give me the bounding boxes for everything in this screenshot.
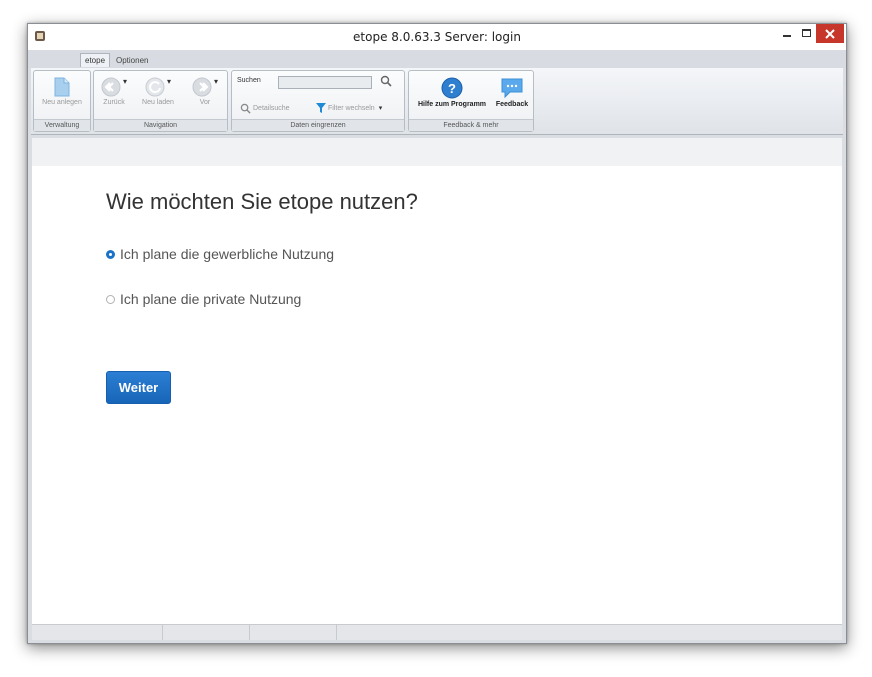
tab-optionen[interactable]: Optionen <box>112 54 152 67</box>
filter-switch-label: Filter wechseln <box>328 104 375 112</box>
reload-icon <box>145 77 165 97</box>
radio-selected-icon[interactable] <box>106 249 115 259</box>
option-private[interactable]: Ich plane die private Nutzung <box>106 291 301 307</box>
option-commercial[interactable]: Ich plane die gewerbliche Nutzung <box>106 246 334 262</box>
new-button-label: Neu anlegen <box>42 99 82 106</box>
option-private-label: Ich plane die private Nutzung <box>120 291 302 307</box>
filter-icon <box>316 103 326 113</box>
group-label-verwaltung: Verwaltung <box>34 119 90 131</box>
detail-search-icon <box>240 103 251 114</box>
group-navigation: ▾ Zurück ▾ Neu laden ▾ Vor Navigation <box>93 70 228 132</box>
back-label: Zurück <box>103 99 125 106</box>
feedback-label: Feedback <box>495 101 529 108</box>
svg-text:?: ? <box>448 81 456 96</box>
main-content: Wie möchten Sie etope nutzen? Ich plane … <box>32 166 842 624</box>
maximize-button[interactable] <box>796 24 816 44</box>
search-icon[interactable] <box>380 75 392 87</box>
back-icon <box>101 77 121 97</box>
tab-etope[interactable]: etope <box>80 53 111 67</box>
search-label: Suchen <box>237 77 261 84</box>
option-commercial-label: Ich plane die gewerbliche Nutzung <box>120 246 335 262</box>
close-icon <box>825 28 835 39</box>
detail-search-button[interactable]: Detailsuche <box>240 103 290 114</box>
help-button[interactable]: ? Hilfe zum Programm <box>412 77 492 108</box>
continue-button[interactable]: Weiter <box>106 371 171 404</box>
group-verwaltung: Neu anlegen Verwaltung <box>33 70 91 132</box>
forward-icon <box>192 77 212 97</box>
reload-button[interactable]: ▾ Neu laden <box>136 77 180 106</box>
status-segment <box>249 625 337 640</box>
filter-switch-button[interactable]: Filter wechseln ▾ <box>316 103 382 113</box>
feedback-button[interactable]: Feedback <box>493 77 531 108</box>
back-button[interactable]: ▾ Zurück <box>98 77 130 106</box>
group-label-daten: Daten eingrenzen <box>232 119 404 131</box>
status-segment <box>162 625 250 640</box>
ribbon-tabs: etope Optionen <box>28 50 846 68</box>
forward-label: Vor <box>199 99 211 106</box>
page-title: Wie möchten Sie etope nutzen? <box>106 189 418 214</box>
document-icon <box>54 77 70 97</box>
group-daten-eingrenzen: Suchen Detailsuche Filter wechseln ▾ Dat… <box>231 70 405 132</box>
help-label: Hilfe zum Programm <box>417 101 487 108</box>
search-input[interactable] <box>278 76 372 89</box>
group-feedback: ? Hilfe zum Programm Feedback Feedback &… <box>408 70 534 132</box>
feedback-icon <box>501 78 523 99</box>
close-button[interactable] <box>816 24 844 43</box>
help-icon: ? <box>441 77 463 99</box>
radio-unselected-icon[interactable] <box>106 294 115 304</box>
new-button[interactable]: Neu anlegen <box>35 77 89 106</box>
status-bar <box>32 624 842 640</box>
detail-search-label: Detailsuche <box>253 105 290 112</box>
minimize-button[interactable] <box>777 24 797 44</box>
ribbon: Neu anlegen Verwaltung ▾ Zurück ▾ Neu la… <box>31 68 843 135</box>
group-label-feedback: Feedback & mehr <box>409 119 533 131</box>
window-title: etope 8.0.63.3 Server: login <box>353 30 521 44</box>
title-bar: etope 8.0.63.3 Server: login <box>28 24 846 50</box>
status-segment <box>32 625 163 640</box>
forward-button[interactable]: ▾ Vor <box>186 77 224 106</box>
group-label-navigation: Navigation <box>94 119 227 131</box>
content-header-bar <box>32 138 842 167</box>
reload-label: Neu laden <box>142 99 174 106</box>
app-window: etope 8.0.63.3 Server: login etope Optio… <box>27 23 847 644</box>
